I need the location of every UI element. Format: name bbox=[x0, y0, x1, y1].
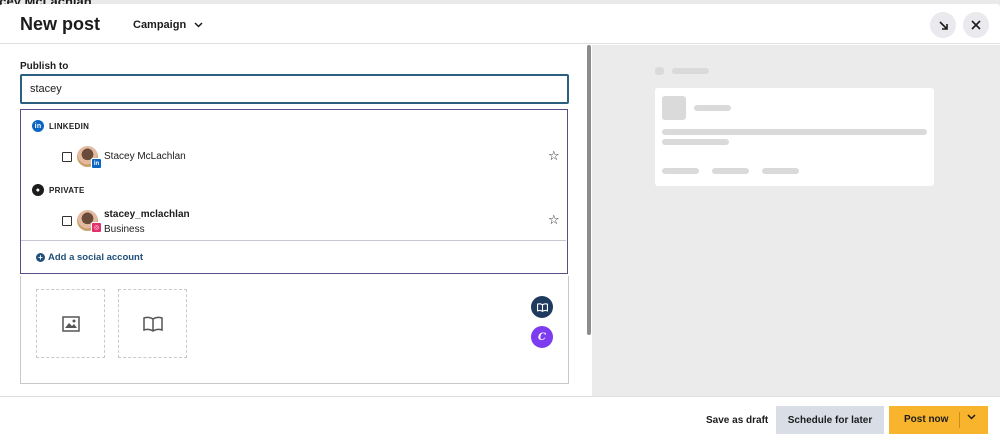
group-header-private: ● PRIVATE bbox=[32, 184, 85, 196]
media-library-button[interactable] bbox=[531, 296, 553, 318]
instagram-badge-icon: ◎ bbox=[91, 222, 102, 233]
campaign-dropdown[interactable]: Campaign bbox=[133, 19, 203, 31]
save-draft-button[interactable]: Save as draft bbox=[706, 415, 768, 426]
linkedin-icon: in bbox=[32, 120, 44, 132]
account-checkbox[interactable] bbox=[62, 152, 72, 162]
group-header-linkedin: in LINKEDIN bbox=[32, 120, 89, 132]
post-now-label: Post now bbox=[904, 414, 949, 425]
add-image-slot[interactable] bbox=[36, 289, 105, 358]
add-account-row: + Add a social account bbox=[21, 240, 566, 273]
book-icon bbox=[142, 316, 163, 332]
preview-skeleton bbox=[694, 105, 731, 111]
compose-panel: Publish to stacey in LINKEDIN in Stacey … bbox=[0, 45, 592, 396]
media-editor: C bbox=[20, 276, 569, 384]
chevron-down-icon bbox=[194, 22, 203, 28]
account-name: stacey_mclachlan bbox=[104, 209, 190, 220]
book-icon bbox=[536, 302, 548, 312]
user-circle-icon: ● bbox=[32, 184, 44, 196]
publish-to-label: Publish to bbox=[20, 61, 69, 72]
canva-button[interactable]: C bbox=[531, 326, 553, 348]
new-post-modal: New post Campaign Publish to stacey in L… bbox=[0, 4, 1000, 445]
account-dropdown: in LINKEDIN in Stacey McLachlan ☆ ● PRIV… bbox=[20, 109, 568, 274]
account-name: Stacey McLachlan bbox=[104, 151, 186, 162]
arrow-down-right-icon bbox=[938, 20, 948, 30]
post-now-button[interactable]: Post now bbox=[889, 406, 988, 434]
close-button[interactable] bbox=[963, 12, 989, 38]
schedule-label: Schedule for later bbox=[787, 414, 873, 426]
account-item-stacey-mclachlan[interactable]: in Stacey McLachlan ☆ bbox=[62, 142, 560, 172]
add-social-account-link[interactable]: + Add a social account bbox=[36, 252, 143, 263]
campaign-label: Campaign bbox=[133, 19, 187, 31]
preview-card bbox=[655, 88, 934, 186]
preview-skeleton bbox=[662, 129, 927, 135]
preview-skeleton bbox=[655, 67, 664, 75]
canva-icon: C bbox=[538, 331, 546, 343]
linkedin-badge-icon: in bbox=[91, 158, 102, 169]
modal-footer: Save as draft Schedule for later Post no… bbox=[0, 396, 1000, 445]
group-label: PRIVATE bbox=[49, 185, 85, 195]
preview-skeleton bbox=[662, 168, 699, 174]
minimize-button[interactable] bbox=[930, 12, 956, 38]
button-divider bbox=[959, 412, 960, 428]
preview-skeleton bbox=[762, 168, 799, 174]
preview-skeleton bbox=[712, 168, 749, 174]
image-icon bbox=[61, 315, 80, 332]
star-icon[interactable]: ☆ bbox=[548, 212, 560, 228]
plus-circle-icon: + bbox=[36, 253, 45, 262]
close-icon bbox=[971, 20, 981, 30]
star-icon[interactable]: ☆ bbox=[548, 148, 560, 164]
preview-skeleton-avatar bbox=[662, 96, 686, 120]
preview-skeleton bbox=[662, 139, 729, 145]
modal-header: New post Campaign bbox=[0, 4, 1000, 44]
add-account-label: Add a social account bbox=[48, 252, 144, 263]
schedule-later-button[interactable]: Schedule for later bbox=[776, 406, 884, 434]
page-title: New post bbox=[20, 14, 101, 34]
chevron-down-icon[interactable] bbox=[967, 412, 976, 423]
publish-to-input[interactable]: stacey bbox=[20, 74, 569, 104]
compose-scrollbar[interactable] bbox=[587, 45, 591, 335]
add-media-library-slot[interactable] bbox=[118, 289, 187, 358]
account-item-stacey-mclachlan-instagram[interactable]: ◎ stacey_mclachlan Business ☆ bbox=[62, 206, 560, 236]
account-checkbox[interactable] bbox=[62, 216, 72, 226]
group-label: LINKEDIN bbox=[49, 121, 90, 131]
account-type: Business bbox=[104, 224, 145, 235]
preview-skeleton bbox=[672, 68, 709, 74]
